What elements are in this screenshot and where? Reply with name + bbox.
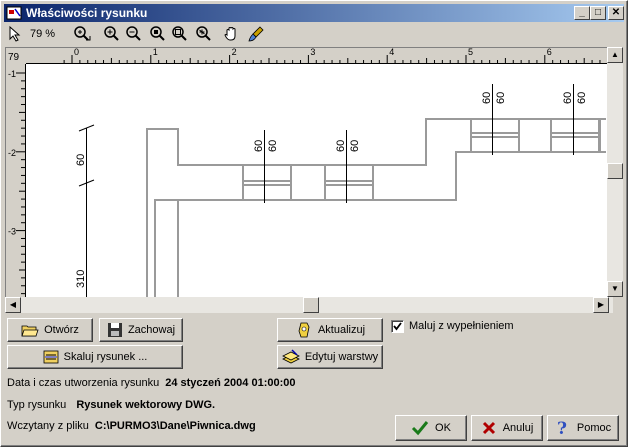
pan-hand-icon[interactable] — [222, 25, 242, 43]
minimize-button[interactable]: _ — [574, 6, 590, 20]
dim-label: 60 — [253, 140, 265, 152]
layers-icon — [281, 349, 300, 364]
horizontal-scrollbar[interactable]: ◀ ▶ — [5, 297, 613, 313]
dim-label: 60 — [349, 140, 361, 152]
dim-label: 60 — [335, 140, 347, 152]
dim-label: 310 — [75, 270, 87, 288]
created-label: Data i czas utworzenia rysunku — [7, 377, 160, 389]
window-title: Właściwości rysunku — [26, 6, 148, 20]
ruler-label: 2 — [232, 48, 237, 57]
scale-icon — [43, 350, 59, 364]
scale-drawing-button[interactable]: Skaluj rysunek ... — [7, 345, 183, 369]
fill-checkbox-label[interactable]: Maluj z wypełnieniem — [409, 320, 514, 332]
checkmark-icon — [393, 322, 402, 331]
created-value: 24 styczeń 2004 01:00:00 — [165, 377, 296, 389]
type-info: Typ rysunku Rysunek wektorowy DWG. — [7, 399, 215, 411]
open-button[interactable]: Otwórz — [7, 318, 93, 342]
zoom-all-icon[interactable] — [194, 25, 214, 43]
ok-check-icon — [411, 421, 429, 436]
ruler-label: 3 — [310, 48, 315, 57]
dim-label: 60 — [267, 140, 279, 152]
scroll-right-arrow[interactable]: ▶ — [593, 297, 609, 313]
ruler-label: 6 — [547, 48, 552, 57]
ruler-label: 1 — [153, 48, 158, 57]
left-ruler — [6, 48, 26, 310]
zoom-region-icon[interactable] — [148, 25, 168, 43]
drawing-preview[interactable]: 79 0 1 2 3 4 5 6 -1 -2 -3 60 310 60 60 60 60 6… — [5, 47, 613, 311]
cancel-button[interactable]: Anuluj — [471, 415, 543, 441]
zoom-window-icon[interactable] — [72, 25, 92, 43]
dim-label: 60 — [562, 92, 574, 104]
edit-layers-button[interactable]: Edytuj warstwy — [277, 345, 383, 369]
zoom-in-icon[interactable] — [102, 25, 122, 43]
zoom-out-icon[interactable] — [124, 25, 144, 43]
drawing-canvas[interactable]: 79 0 1 2 3 4 5 6 -1 -2 -3 60 310 60 60 60 60 60 … — [6, 48, 612, 310]
dim-label: 60 — [75, 154, 87, 166]
ruler-label: -3 — [8, 227, 16, 237]
title-bar[interactable]: Właściwości rysunku _ □ ✕ — [4, 4, 624, 22]
ruler-label: -2 — [8, 148, 16, 158]
ruler-label: 5 — [468, 48, 473, 57]
fill-checkbox[interactable] — [391, 320, 404, 333]
scroll-thumb[interactable] — [303, 297, 319, 313]
ruler-label: 0 — [74, 48, 79, 57]
pointer-icon[interactable] — [6, 25, 26, 43]
ruler-label: -1 — [8, 69, 16, 79]
edit-layers-label: Edytuj warstwy — [304, 351, 379, 363]
type-label: Typ rysunku — [7, 399, 67, 411]
type-value: Rysunek wektorowy DWG. — [76, 399, 216, 411]
zoom-fit-icon[interactable] — [170, 25, 190, 43]
dim-label: 60 — [481, 92, 493, 104]
save-button[interactable]: Zachowaj — [99, 318, 183, 342]
save-button-label: Zachowaj — [127, 324, 176, 336]
cancel-label: Anuluj — [502, 422, 534, 434]
ok-button[interactable]: OK — [395, 415, 467, 441]
ok-label: OK — [435, 422, 451, 434]
file-label: Wczytany z pliku — [7, 420, 89, 432]
vertical-scrollbar[interactable]: ▲ ▼ — [607, 47, 623, 297]
ruler-corner: 79 — [8, 52, 20, 63]
help-button[interactable]: ? Pomoc — [547, 415, 619, 441]
refresh-button[interactable]: Aktualizuj — [277, 318, 383, 342]
paint-brush-icon[interactable] — [246, 25, 266, 43]
scale-drawing-label: Skaluj rysunek ... — [63, 351, 148, 363]
ruler-label: 4 — [389, 48, 394, 57]
file-info: Wczytany z pliku C:\PURMO3\Dane\Piwnica.d… — [7, 420, 256, 432]
cancel-x-icon — [482, 421, 495, 435]
floppy-disk-icon — [107, 323, 122, 337]
floor-plan-walls — [146, 118, 606, 298]
refresh-icon — [298, 322, 310, 338]
created-info: Data i czas utworzenia rysunku 24 styczeń… — [7, 377, 296, 389]
file-value: C:\PURMO3\Dane\Piwnica.dwg — [94, 420, 256, 432]
dim-label: 60 — [495, 92, 507, 104]
drawing-app-icon — [6, 6, 22, 20]
svg-text:?: ? — [557, 419, 567, 437]
scroll-down-arrow[interactable]: ▼ — [607, 281, 623, 297]
properties-dialog: Właściwości rysunku _ □ ✕ 79 % 79 0 1 2 … — [0, 0, 628, 447]
toolbar: 79 % — [4, 23, 624, 45]
help-question-icon: ? — [557, 419, 567, 437]
open-button-label: Otwórz — [44, 324, 79, 336]
dim-label: 60 — [576, 92, 588, 104]
zoom-level: 79 % — [30, 28, 56, 40]
dimension-lines — [78, 84, 574, 298]
help-label: Pomoc — [576, 422, 612, 434]
scroll-left-arrow[interactable]: ◀ — [5, 297, 21, 313]
refresh-button-label: Aktualizuj — [317, 324, 366, 336]
close-button[interactable]: ✕ — [608, 6, 624, 20]
scroll-up-arrow[interactable]: ▲ — [607, 47, 623, 63]
maximize-button[interactable]: □ — [590, 6, 606, 20]
open-folder-icon — [21, 325, 39, 337]
scroll-thumb[interactable] — [607, 163, 623, 179]
